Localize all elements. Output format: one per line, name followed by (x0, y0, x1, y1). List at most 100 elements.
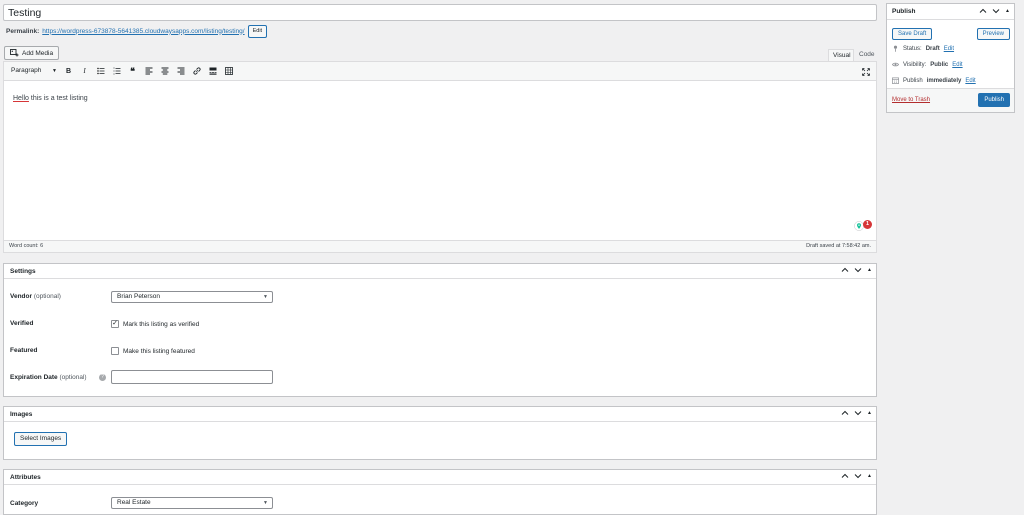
expiration-date-input[interactable] (111, 370, 273, 384)
chevron-up-icon[interactable] (841, 472, 849, 480)
verified-text: Mark this listing as verified (123, 320, 200, 328)
collapse-toggle-icon[interactable]: ▲ (1005, 8, 1010, 14)
featured-checkbox-row[interactable]: Make this listing featured (111, 347, 195, 355)
chevron-up-icon[interactable] (979, 7, 987, 15)
content-first-word: Hello (13, 95, 29, 102)
link-icon[interactable] (190, 65, 203, 78)
permalink-edit-button[interactable]: Edit (247, 24, 268, 38)
visibility-label: Visibility: (903, 61, 927, 68)
status-label: Status: (903, 45, 922, 52)
format-select-value: Paragraph (11, 67, 42, 74)
publish-title: Publish (892, 8, 916, 15)
calendar-icon (892, 77, 899, 84)
attributes-title: Attributes (10, 473, 41, 481)
editor-toolbar: Paragraph ▼ B I ❝ (4, 62, 876, 81)
vendor-row: Vendor (optional) (10, 293, 61, 300)
attributes-header[interactable]: Attributes ▲ (4, 470, 876, 485)
vendor-select[interactable]: Brian Peterson ▼ (111, 291, 273, 303)
align-left-icon[interactable] (142, 65, 155, 78)
publish-header[interactable]: Publish ▲ (887, 4, 1014, 20)
expiration-optional: (optional) (59, 374, 87, 381)
chevron-up-icon[interactable] (841, 409, 849, 417)
visibility-edit-link[interactable]: Edit (952, 62, 962, 68)
vendor-select-value: Brian Peterson (117, 293, 160, 300)
fullscreen-icon[interactable] (859, 65, 872, 78)
editor-statusbar: Word count: 6 Draft saved at 7:58:42 am. (4, 240, 876, 252)
select-images-button[interactable]: Select Images (14, 432, 68, 446)
schedule-line: Publish immediately Edit (892, 77, 976, 84)
chevron-up-icon[interactable] (841, 266, 849, 274)
save-draft-button[interactable]: Save Draft (892, 28, 933, 40)
category-select[interactable]: Real Estate ▼ (111, 497, 273, 509)
vendor-label: Vendor (10, 293, 33, 300)
settings-header[interactable]: Settings ▲ (4, 264, 876, 279)
collapse-toggle-icon[interactable]: ▲ (867, 473, 872, 479)
permalink-row: Permalink: https://wordpress-673878-5641… (6, 24, 268, 38)
expiration-label: Expiration Date (10, 374, 58, 381)
attributes-panel: Attributes ▲ Category Real Estate ▼ (3, 469, 877, 515)
editor-content[interactable]: Hello this is a test listing (13, 95, 88, 102)
publish-button[interactable]: Publish (978, 93, 1010, 107)
permalink-link[interactable]: https://wordpress-673878-5641385.cloudwa… (42, 28, 244, 35)
verified-row: Verified (10, 320, 33, 327)
verified-checkbox[interactable]: ✓ (111, 320, 119, 328)
category-row: Category (10, 500, 38, 507)
caret-down-icon: ▼ (263, 500, 268, 506)
blockquote-icon[interactable]: ❝ (126, 65, 139, 78)
bulleted-list-icon[interactable] (94, 65, 107, 78)
images-title: Images (10, 410, 33, 418)
featured-row: Featured (10, 347, 37, 354)
caret-down-icon: ▼ (52, 68, 57, 74)
featured-text: Make this listing featured (123, 347, 195, 355)
chevron-down-icon[interactable] (854, 409, 862, 417)
featured-label: Featured (10, 347, 38, 354)
align-right-icon[interactable] (174, 65, 187, 78)
preview-button[interactable]: Preview (976, 28, 1010, 40)
add-media-button[interactable]: Add Media (4, 46, 60, 60)
bold-icon[interactable]: B (62, 65, 75, 78)
draft-saved-status: Draft saved at 7:58:42 am. (806, 243, 871, 249)
chevron-down-icon[interactable] (854, 266, 862, 274)
post-title-input[interactable]: Testing (3, 4, 877, 21)
verified-checkbox-row[interactable]: ✓ Mark this listing as verified (111, 320, 199, 328)
images-header[interactable]: Images ▲ (4, 407, 876, 422)
move-to-trash-link[interactable]: Move to Trash (892, 97, 930, 103)
status-edit-link[interactable]: Edit (944, 46, 954, 52)
category-label: Category (10, 500, 39, 507)
content-rest: this is a test listing (28, 95, 88, 102)
media-icon (10, 49, 19, 57)
chevron-down-icon[interactable] (854, 472, 862, 480)
italic-icon[interactable]: I (78, 65, 91, 78)
word-count: Word count: 6 (9, 243, 44, 249)
expiration-row: Expiration Date (optional) (10, 374, 87, 381)
add-media-label: Add Media (22, 49, 54, 57)
visibility-line: Visibility: Public Edit (892, 61, 963, 68)
tab-visual[interactable]: Visual (828, 49, 854, 61)
schedule-label: Publish (903, 77, 923, 84)
chevron-down-icon[interactable] (992, 7, 1000, 15)
schedule-value: immediately (926, 77, 962, 84)
status-value: Draft (925, 45, 940, 52)
publish-box: Publish ▲ Save Draft Preview Status: Dra… (886, 3, 1015, 113)
collapse-toggle-icon[interactable]: ▲ (867, 267, 872, 273)
toolbar-toggle-icon[interactable] (222, 65, 235, 78)
grammarly-widget[interactable]: 1 (854, 220, 872, 231)
numbered-list-icon[interactable] (110, 65, 123, 78)
category-select-value: Real Estate (117, 499, 151, 506)
caret-down-icon: ▼ (263, 294, 268, 300)
pin-icon (893, 45, 898, 52)
help-icon[interactable]: ? (99, 374, 106, 381)
read-more-icon[interactable] (206, 65, 219, 78)
settings-panel: Settings ▲ Vendor (optional) Brian Peter… (3, 263, 877, 397)
tab-code[interactable]: Code (855, 49, 877, 61)
featured-checkbox[interactable] (111, 347, 119, 355)
format-select[interactable]: Paragraph ▼ (8, 65, 59, 77)
settings-title: Settings (10, 267, 36, 275)
vendor-optional: (optional) (33, 293, 61, 300)
verified-label: Verified (10, 320, 34, 327)
permalink-label: Permalink: (6, 27, 40, 35)
align-center-icon[interactable] (158, 65, 171, 78)
content-editor[interactable]: Paragraph ▼ B I ❝ Hello this is a test li… (3, 61, 877, 253)
schedule-edit-link[interactable]: Edit (965, 78, 975, 84)
collapse-toggle-icon[interactable]: ▲ (867, 410, 872, 416)
